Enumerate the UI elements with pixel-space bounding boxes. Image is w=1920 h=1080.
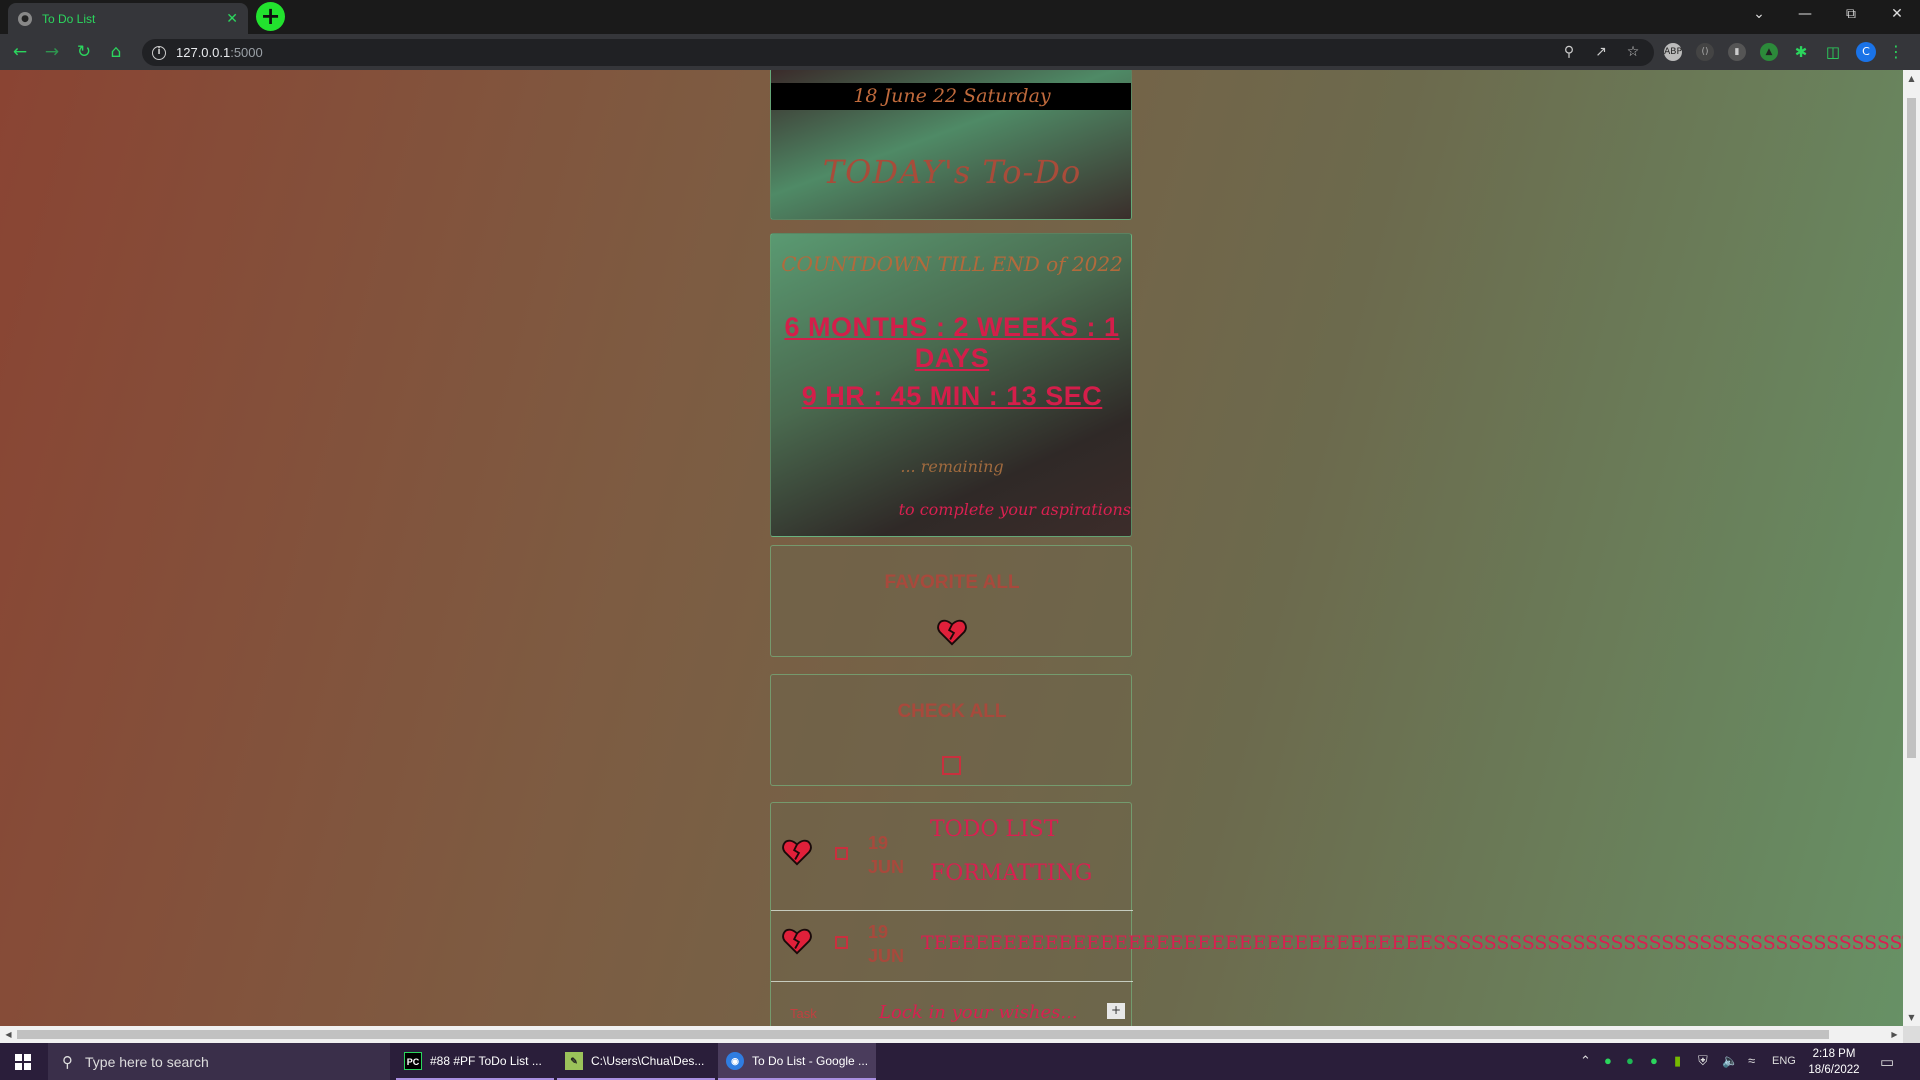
- new-task-input[interactable]: Lock in your wishes...: [879, 1002, 1078, 1023]
- countdown-tagline: to complete your aspirations: [898, 500, 1131, 519]
- adblock-extension-icon[interactable]: ABP: [1664, 43, 1682, 61]
- home-icon[interactable]: ⌂: [104, 41, 128, 63]
- favorite-all-card: FAVORITE ALL: [770, 545, 1132, 657]
- tray-app-icon[interactable]: ●: [1604, 1053, 1612, 1068]
- url-text: 127.0.0.1:5000: [176, 45, 263, 60]
- new-tab-button[interactable]: +: [256, 2, 285, 31]
- task-list-card: 19 JUNE TODO LIST FORMATTING 19 JUNE Tas…: [770, 802, 1133, 1035]
- task-text[interactable]: TEEEEEEEEEEEEEEEEEEEEEEEEEEEEEEEEEEEESSS…: [921, 932, 1903, 954]
- profile-avatar[interactable]: C: [1856, 42, 1876, 62]
- security-shield-icon[interactable]: ⛨: [1698, 1053, 1708, 1069]
- check-all-checkbox[interactable]: [942, 756, 961, 775]
- task-checkbox[interactable]: [835, 847, 848, 860]
- scrollbar-corner: [1903, 1026, 1920, 1043]
- taskbar-clock[interactable]: 2:18 PM 18/6/2022: [1800, 1046, 1868, 1078]
- spotify-icon[interactable]: ●: [1626, 1053, 1634, 1068]
- check-all-card: CHECK ALL: [770, 674, 1132, 786]
- restore-button[interactable]: ⧉: [1828, 0, 1874, 30]
- tray-app-icon[interactable]: ●: [1650, 1053, 1658, 1068]
- task-checkbox[interactable]: [835, 936, 848, 949]
- notifications-icon[interactable]: ▭: [1880, 1053, 1894, 1071]
- windows-start-button[interactable]: [0, 1043, 46, 1080]
- taskbar-app-chrome[interactable]: ◉ To Do List - Google ...: [718, 1043, 876, 1080]
- task-date: 19 JUNE: [868, 922, 904, 966]
- horizontal-scrollbar[interactable]: ◀ ▶: [0, 1026, 1903, 1043]
- scroll-right-arrow-icon[interactable]: ▶: [1886, 1026, 1903, 1043]
- taskbar-app-notepad[interactable]: ✎ C:\Users\Chua\Des...: [557, 1043, 715, 1080]
- scroll-down-arrow-icon[interactable]: ▼: [1903, 1009, 1920, 1026]
- new-task-label: Task: [790, 1006, 817, 1021]
- zoom-icon[interactable]: ⚲: [1559, 42, 1579, 62]
- globe-icon: ●: [18, 11, 32, 26]
- address-toolbar: ← → ↻ ⌂ i 127.0.0.1:5000 ⚲ ↗ ☆ ABP () ▮ …: [0, 34, 1920, 70]
- chrome-icon: ◉: [726, 1051, 744, 1070]
- browser-tab-strip: ● To Do List ✕ + ⌄ — ⧉ ✕: [0, 0, 1920, 34]
- taskbar-app-pycharm[interactable]: PC #88 #PF ToDo List ...: [396, 1043, 554, 1080]
- minimize-button[interactable]: —: [1782, 0, 1828, 30]
- share-icon[interactable]: ↗: [1591, 42, 1611, 62]
- task-text[interactable]: TODO LIST: [930, 817, 1058, 842]
- countdown-remaining: ... remaining: [900, 457, 1004, 476]
- forward-icon[interactable]: →: [40, 41, 64, 63]
- notepad-icon: ✎: [565, 1051, 583, 1070]
- taskbar-search-placeholder: Type here to search: [85, 1053, 209, 1070]
- extension-icon[interactable]: ▮: [1728, 43, 1746, 61]
- broken-heart-icon[interactable]: [937, 617, 967, 647]
- site-info-icon[interactable]: i: [152, 45, 166, 60]
- sidepanel-icon[interactable]: ◫: [1824, 43, 1842, 61]
- date-banner: 18 June 22 Saturday: [853, 85, 1051, 107]
- volume-icon[interactable]: 🔈: [1722, 1053, 1738, 1069]
- page-viewport: 18 June 22 Saturday TODAY's To-Do COUNTD…: [0, 70, 1920, 1035]
- vertical-scroll-thumb[interactable]: [1907, 98, 1916, 758]
- tab-title: To Do List: [42, 11, 96, 26]
- horizontal-scroll-thumb[interactable]: [17, 1030, 1829, 1039]
- task-text-continued[interactable]: FORMATTING: [930, 861, 1092, 886]
- back-icon[interactable]: ←: [8, 41, 32, 63]
- countdown-months: 6 MONTHS : 2 WEEKS : 1 DAYS: [784, 312, 1120, 373]
- omnibox[interactable]: i 127.0.0.1:5000: [142, 39, 1654, 66]
- vertical-scrollbar[interactable]: ▲ ▼: [1903, 70, 1920, 1026]
- search-icon: ⚲: [62, 1052, 73, 1071]
- countdown-time: 9 HR : 45 MIN : 13 SEC: [801, 381, 1103, 411]
- taskbar-search[interactable]: ⚲ Type here to search: [48, 1043, 390, 1080]
- pycharm-icon: PC: [404, 1051, 422, 1070]
- browser-tab[interactable]: ● To Do List ✕: [8, 3, 248, 34]
- puzzle-extensions-icon[interactable]: ✱: [1792, 43, 1810, 61]
- countdown-card: COUNTDOWN TILL END of 2022 6 MONTHS : 2 …: [770, 233, 1132, 537]
- windows-logo-icon: [15, 1053, 31, 1070]
- tab-search-icon[interactable]: ⌄: [1736, 0, 1782, 30]
- add-task-button[interactable]: +: [1107, 1003, 1125, 1019]
- broken-heart-icon[interactable]: [782, 837, 812, 867]
- scroll-left-arrow-icon[interactable]: ◀: [0, 1026, 17, 1043]
- check-all-label: CHECK ALL: [897, 701, 1007, 722]
- page-title: TODAY's To-Do: [822, 153, 1082, 191]
- countdown-heading: COUNTDOWN TILL END of 2022: [781, 252, 1123, 276]
- windows-taskbar: ⚲ Type here to search PC #88 #PF ToDo Li…: [0, 1043, 1920, 1080]
- close-window-button[interactable]: ✕: [1874, 0, 1920, 30]
- bookmark-star-icon[interactable]: ☆: [1623, 42, 1643, 62]
- extension-icon[interactable]: (): [1696, 43, 1714, 61]
- favorite-all-label: FAVORITE ALL: [884, 572, 1020, 593]
- browser-menu-icon[interactable]: ⋮: [1888, 42, 1904, 61]
- nvidia-icon[interactable]: ▮: [1674, 1053, 1681, 1069]
- language-indicator[interactable]: ENG: [1772, 1055, 1796, 1067]
- reload-icon[interactable]: ↻: [72, 41, 96, 63]
- broken-heart-icon[interactable]: [782, 926, 812, 956]
- task-date: 19 JUNE: [868, 833, 904, 877]
- show-hidden-icons-icon[interactable]: ⌃: [1580, 1053, 1591, 1069]
- today-header-card: 18 June 22 Saturday TODAY's To-Do: [770, 70, 1132, 220]
- scroll-up-arrow-icon[interactable]: ▲: [1903, 70, 1920, 87]
- row-divider: [771, 981, 1133, 982]
- tree-extension-icon[interactable]: ▲: [1760, 43, 1778, 61]
- row-divider: [771, 910, 1133, 911]
- close-tab-icon[interactable]: ✕: [226, 11, 238, 27]
- wifi-icon[interactable]: ≈: [1748, 1053, 1755, 1068]
